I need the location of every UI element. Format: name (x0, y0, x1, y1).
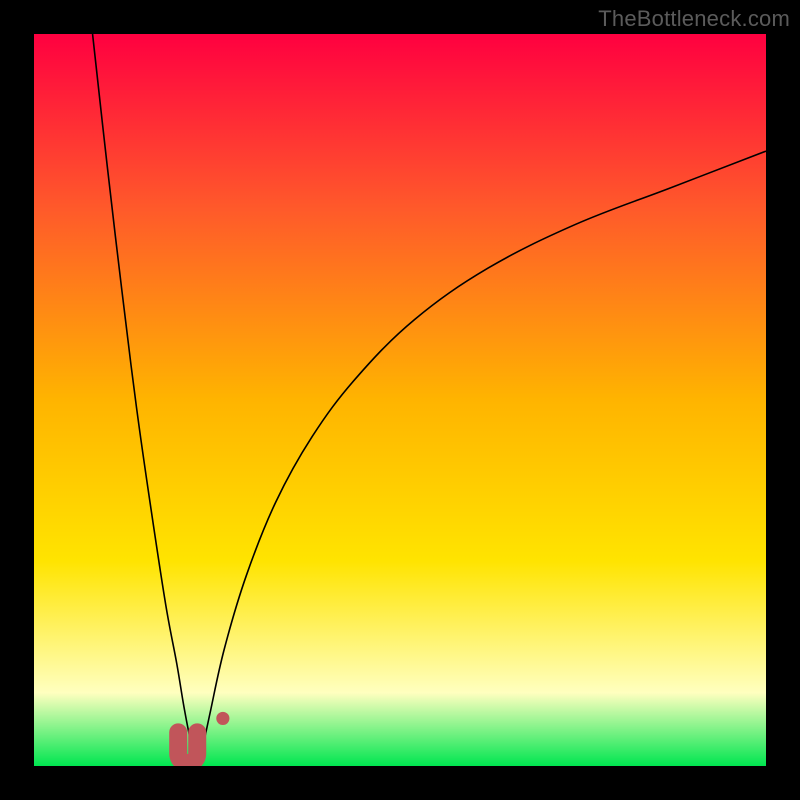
curve-left-branch (93, 34, 199, 766)
watermark-text: TheBottleneck.com (598, 6, 790, 32)
marker-u (178, 732, 197, 763)
chart-frame: TheBottleneck.com (0, 0, 800, 800)
curve-right-branch (199, 151, 766, 766)
marker-dot (216, 712, 229, 725)
plot-svg (34, 34, 766, 766)
plot-area (34, 34, 766, 766)
